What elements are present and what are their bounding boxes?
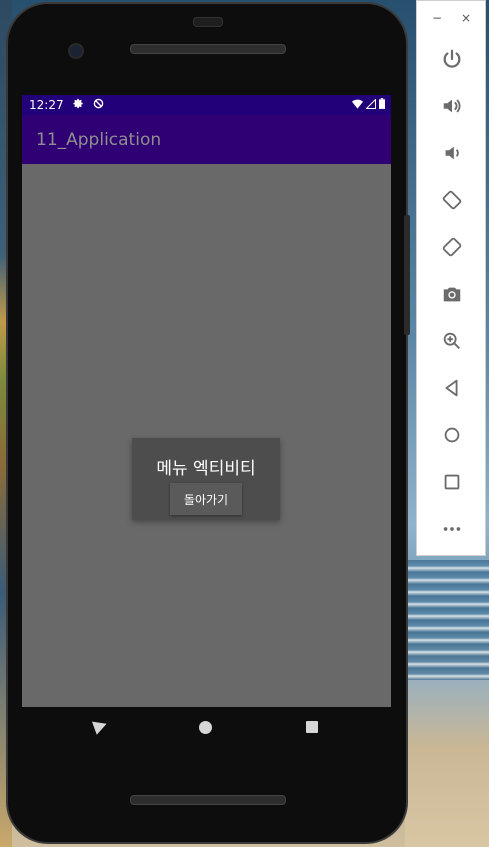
device-screen: 12:27 11_Application 메뉴 엑티비티 돌아가기 (22, 95, 391, 707)
rotate-left-icon[interactable] (439, 187, 465, 213)
rotate-right-icon[interactable] (439, 234, 465, 260)
top-speaker (130, 44, 286, 54)
device-earpiece (193, 17, 223, 27)
camera-icon[interactable] (439, 281, 465, 307)
nav-home-icon[interactable] (199, 721, 212, 734)
back-icon[interactable] (439, 375, 465, 401)
wifi-icon (352, 98, 363, 112)
desktop-wallpaper-sea (405, 560, 489, 680)
settings-icon (73, 98, 84, 112)
bottom-speaker (130, 795, 286, 805)
zoom-icon[interactable] (439, 328, 465, 354)
status-bar: 12:27 (22, 95, 391, 115)
nav-recents-icon[interactable] (306, 721, 318, 733)
back-button[interactable]: 돌아가기 (170, 483, 242, 515)
activity-content: 메뉴 엑티비티 돌아가기 (22, 164, 391, 707)
app-title: 11_Application (36, 130, 162, 150)
device-side-button (404, 215, 410, 335)
status-indicators (352, 98, 385, 112)
battery-icon (379, 98, 385, 112)
minimize-button[interactable]: − (432, 11, 442, 25)
status-time: 12:27 (29, 98, 64, 112)
nav-back-icon[interactable] (91, 717, 110, 735)
overview-icon[interactable] (439, 469, 465, 495)
emulator-toolbar: − × (416, 0, 486, 556)
menu-activity-dialog: 메뉴 엑티비티 돌아가기 (132, 438, 280, 520)
dialog-title: 메뉴 엑티비티 (156, 459, 256, 479)
app-bar: 11_Application (22, 115, 391, 164)
volume-up-icon[interactable] (439, 93, 465, 119)
close-button[interactable]: × (461, 11, 471, 25)
no-sync-icon (93, 98, 104, 112)
volume-down-icon[interactable] (439, 140, 465, 166)
home-icon[interactable] (439, 422, 465, 448)
desktop-wallpaper-beach (405, 680, 489, 847)
more-icon[interactable] (439, 516, 465, 542)
front-camera (68, 43, 84, 59)
signal-icon (365, 98, 376, 112)
power-icon[interactable] (439, 46, 465, 72)
android-nav-bar (22, 707, 391, 747)
